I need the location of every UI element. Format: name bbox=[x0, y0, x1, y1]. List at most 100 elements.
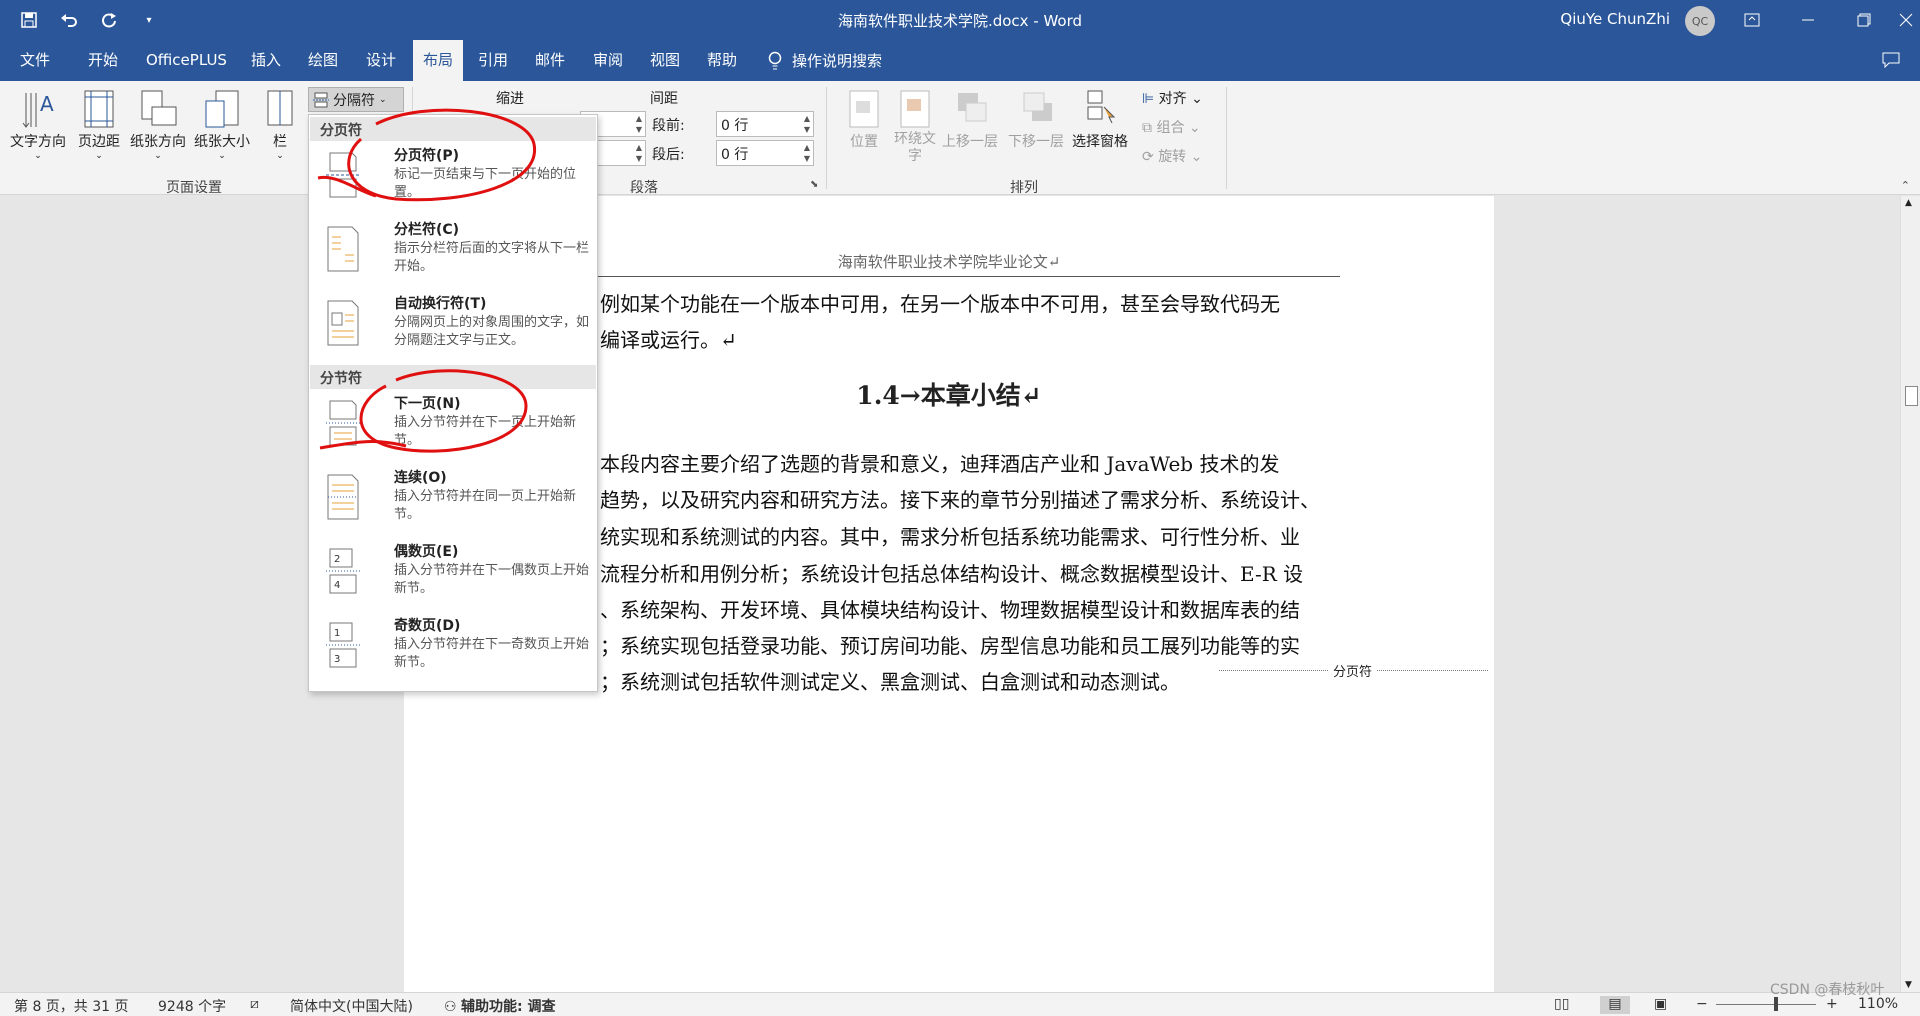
position-icon bbox=[849, 90, 879, 128]
page-breaks-header: 分页符 bbox=[310, 117, 596, 141]
breaks-button[interactable]: 分隔符 ⌄ bbox=[308, 87, 404, 112]
column-break-icon bbox=[327, 226, 359, 272]
tab-file[interactable]: 文件 bbox=[10, 40, 60, 81]
margins-label: 页边距 bbox=[78, 134, 120, 150]
next-page-item[interactable]: 下一页(N) 插入分节符并在下一页上开始新节。 bbox=[310, 389, 596, 463]
spacing-before-input[interactable]: 0 行 ▲ ▼ bbox=[716, 111, 814, 137]
title-bar: ▾ 海南软件职业技术学院.docx - Word QiuYe ChunZhi Q… bbox=[0, 0, 1920, 40]
spacing-label: 间距 bbox=[650, 91, 678, 107]
tab-mailings[interactable]: 邮件 bbox=[525, 40, 575, 81]
spinner-arrows-icon[interactable]: ▲ ▼ bbox=[804, 142, 810, 164]
spacing-before-label: 段前: bbox=[652, 118, 685, 134]
spacing-after-label: 段后: bbox=[652, 147, 685, 163]
rotate-label: 旋转 bbox=[1158, 149, 1187, 165]
rotate-button[interactable]: ⟳ 旋转 ⌄ bbox=[1142, 146, 1202, 166]
read-mode-icon[interactable]: ▯▯ bbox=[1554, 996, 1569, 1012]
next-page-title: 下一页(N) bbox=[394, 396, 461, 412]
wrap-text-button[interactable]: 环绕文字 bbox=[892, 87, 938, 165]
send-backward-button[interactable]: 下移一层 bbox=[1008, 87, 1064, 151]
tab-design[interactable]: 设计 bbox=[356, 40, 406, 81]
tab-review[interactable]: 审阅 bbox=[583, 40, 633, 81]
text-wrapping-break-item[interactable]: 自动换行符(T) 分隔网页上的对象周围的文字，如分隔题注文字与正文。 bbox=[310, 289, 596, 363]
body-line: 编译或运行。↵ bbox=[600, 328, 737, 352]
text-wrapping-break-icon bbox=[327, 300, 359, 346]
lightbulb-icon bbox=[768, 51, 782, 69]
tab-view[interactable]: 视图 bbox=[640, 40, 690, 81]
columns-button[interactable]: 栏 ⌄ bbox=[266, 87, 294, 161]
tab-insert[interactable]: 插入 bbox=[241, 40, 291, 81]
zoom-out-icon[interactable]: − bbox=[1696, 996, 1708, 1012]
ribbon-tabs: 文件 开始 OfficePLUS 插入 绘图 设计 布局 引用 邮件 审阅 视图… bbox=[0, 40, 1920, 81]
orientation-button[interactable]: 纸张方向 ⌄ bbox=[130, 87, 186, 161]
breaks-dropdown: 分页符 分页符(P) 标记一页结束与下一页开始的位置。 分栏符(C) 指示分栏符… bbox=[308, 114, 598, 692]
word-count[interactable]: 9248 个字 bbox=[158, 996, 226, 1016]
comments-icon[interactable] bbox=[1882, 52, 1900, 72]
columns-label: 栏 bbox=[273, 134, 287, 150]
orientation-icon bbox=[141, 90, 177, 126]
collapse-ribbon-icon[interactable]: ⌃ bbox=[1901, 179, 1910, 192]
minimize-icon[interactable] bbox=[1780, 0, 1836, 40]
scroll-up-icon[interactable]: ▲ bbox=[1905, 198, 1912, 208]
position-button[interactable]: 位置 bbox=[844, 87, 884, 151]
chevron-down-icon: ⌄ bbox=[218, 151, 226, 161]
group-divider bbox=[826, 87, 827, 189]
proofing-icon[interactable]: ⧄ bbox=[250, 996, 259, 1012]
margins-button[interactable]: 页边距 ⌄ bbox=[78, 87, 120, 161]
odd-page-item[interactable]: 13 奇数页(D) 插入分节符并在下一奇数页上开始新节。 bbox=[310, 611, 596, 685]
web-layout-icon[interactable]: ▣ bbox=[1654, 996, 1667, 1012]
spinner-arrows-icon[interactable]: ▲ ▼ bbox=[804, 113, 810, 135]
even-page-item[interactable]: 24 偶数页(E) 插入分节符并在下一偶数页上开始新节。 bbox=[310, 537, 596, 611]
wrap-text-label: 环绕文字 bbox=[894, 131, 936, 164]
group-button[interactable]: ⧉ 组合 ⌄ bbox=[1142, 117, 1201, 137]
align-button[interactable]: ⊫ 对齐 ⌄ bbox=[1142, 88, 1203, 108]
tab-help[interactable]: 帮助 bbox=[697, 40, 747, 81]
position-label: 位置 bbox=[850, 134, 878, 150]
continuous-item[interactable]: 连续(O) 插入分节符并在同一页上开始新节。 bbox=[310, 463, 596, 537]
text-direction-button[interactable]: A 文字方向 ⌄ bbox=[10, 87, 66, 161]
svg-text:2: 2 bbox=[334, 554, 340, 565]
zoom-slider-thumb[interactable] bbox=[1774, 997, 1778, 1011]
columns-icon bbox=[267, 90, 293, 126]
print-layout-icon[interactable]: ▤ bbox=[1600, 996, 1630, 1014]
page-break-item[interactable]: 分页符(P) 标记一页结束与下一页开始的位置。 bbox=[310, 141, 596, 215]
close-icon[interactable] bbox=[1878, 0, 1920, 40]
ribbon-layout: A 文字方向 ⌄ 页边距 ⌄ 纸张方向 ⌄ 纸张大小 ⌄ 栏 ⌄ 页面设置 缩进… bbox=[0, 81, 1920, 196]
zoom-slider[interactable] bbox=[1716, 1004, 1816, 1005]
page-count[interactable]: 第 8 页，共 31 页 bbox=[14, 996, 129, 1016]
tab-references[interactable]: 引用 bbox=[468, 40, 518, 81]
selection-pane-button[interactable]: 选择窗格 bbox=[1072, 87, 1128, 151]
avatar[interactable]: QC bbox=[1685, 6, 1715, 36]
scroll-down-icon[interactable]: ▼ bbox=[1905, 980, 1912, 990]
tab-layout[interactable]: 布局 bbox=[413, 40, 464, 81]
column-break-item[interactable]: 分栏符(C) 指示分栏符后面的文字将从下一栏开始。 bbox=[310, 215, 596, 289]
tab-draw[interactable]: 绘图 bbox=[298, 40, 348, 81]
ribbon-display-icon[interactable] bbox=[1724, 0, 1780, 40]
arrange-group-label: 排列 bbox=[1010, 180, 1038, 196]
tab-home[interactable]: 开始 bbox=[78, 40, 128, 81]
chevron-down-icon: ⌄ bbox=[276, 151, 284, 161]
user-name[interactable]: QiuYe ChunZhi bbox=[1560, 10, 1670, 28]
text-wrapping-break-title: 自动换行符(T) bbox=[394, 296, 487, 312]
bring-forward-button[interactable]: 上移一层 bbox=[942, 87, 998, 151]
language[interactable]: 简体中文(中国大陆) bbox=[290, 996, 413, 1016]
tab-officeplus[interactable]: OfficePLUS bbox=[136, 40, 237, 81]
column-break-desc: 指示分栏符后面的文字将从下一栏开始。 bbox=[394, 241, 590, 274]
spacing-after-input[interactable]: 0 行 ▲ ▼ bbox=[716, 140, 814, 166]
body-line: 统实现和系统测试的内容。其中，需求分析包括系统功能需求、可行性分析、业 bbox=[600, 525, 1300, 549]
tell-me-search[interactable]: 操作说明搜索 bbox=[768, 40, 882, 81]
bring-forward-label: 上移一层 bbox=[942, 134, 998, 150]
indent-label: 缩进 bbox=[496, 91, 524, 107]
even-page-desc: 插入分节符并在下一偶数页上开始新节。 bbox=[394, 563, 590, 596]
accessibility-icon: ⚇ bbox=[444, 999, 462, 1015]
send-backward-icon bbox=[1023, 92, 1052, 121]
scroll-thumb[interactable] bbox=[1905, 386, 1918, 406]
accessibility-status[interactable]: ⚇ 辅助功能: 调查 bbox=[444, 996, 556, 1016]
size-button[interactable]: 纸张大小 ⌄ bbox=[194, 87, 250, 161]
paper-size-icon bbox=[205, 90, 239, 128]
vertical-scrollbar[interactable]: ▲ ▼ bbox=[1900, 196, 1920, 992]
align-icon: ⊫ bbox=[1142, 91, 1159, 107]
spinner-arrows-icon[interactable]: ▲ ▼ bbox=[636, 113, 642, 135]
text-wrapping-break-desc: 分隔网页上的对象周围的文字，如分隔题注文字与正文。 bbox=[394, 315, 590, 348]
spinner-arrows-icon[interactable]: ▲ ▼ bbox=[636, 142, 642, 164]
dialog-launcher-icon[interactable]: ⬊ bbox=[810, 179, 818, 190]
